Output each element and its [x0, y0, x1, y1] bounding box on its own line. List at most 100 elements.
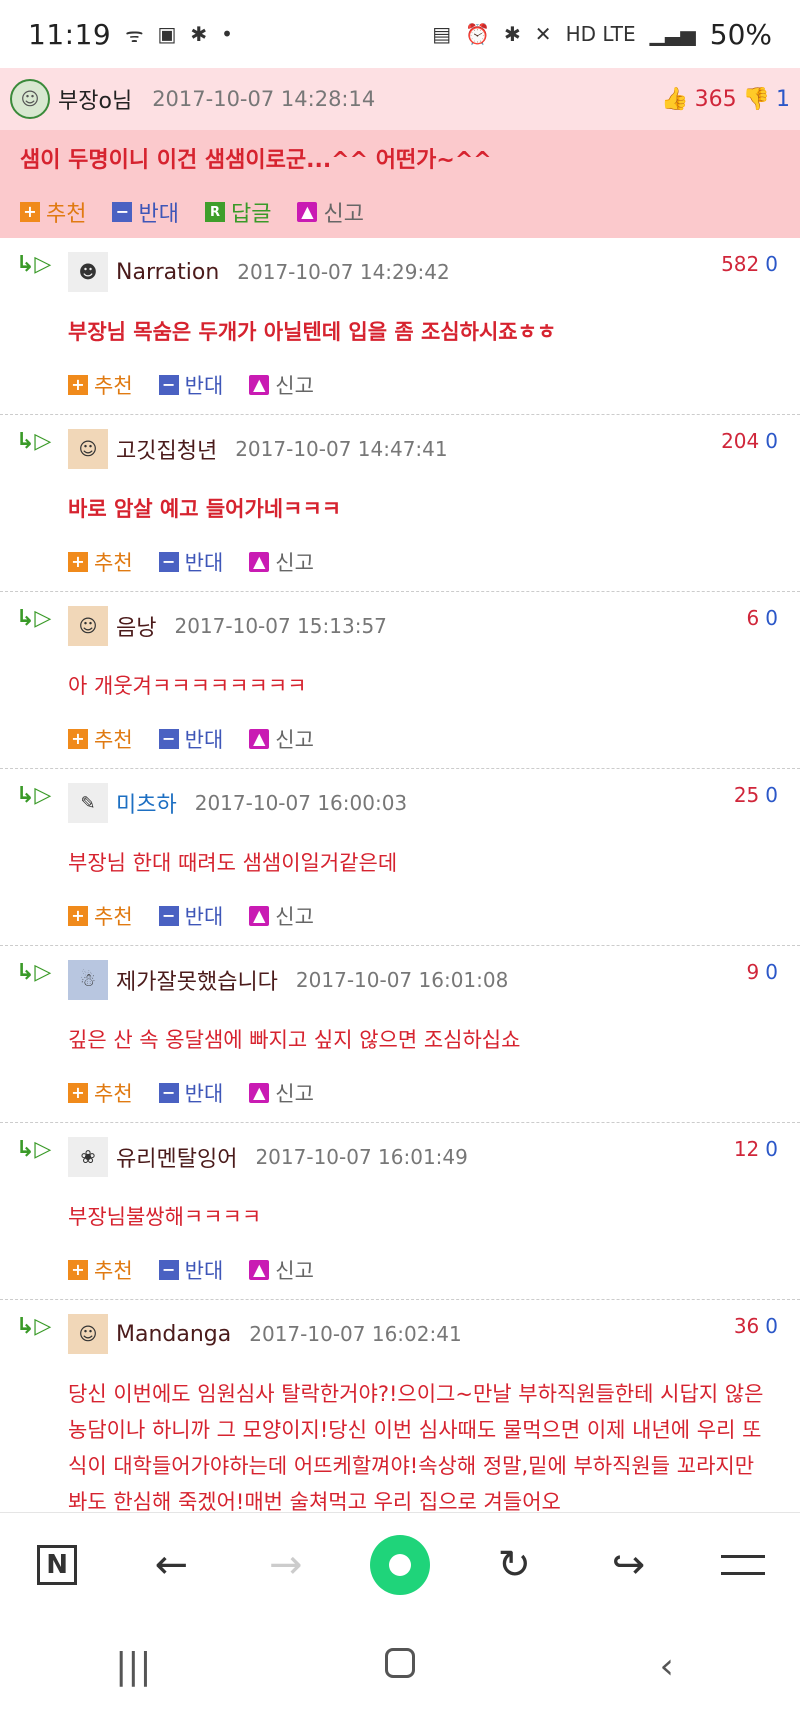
- alarm-icon: ⏰: [465, 22, 491, 46]
- comment-actions: + 추천 − 반대 ▲ 신고: [68, 370, 800, 400]
- system-nav-bar: ||| ‹: [0, 1617, 800, 1716]
- battery-saver-icon: ▤: [432, 22, 452, 46]
- reply-arrow-icon: ↳▷: [16, 429, 52, 454]
- recommend-button[interactable]: + 추천: [68, 370, 133, 400]
- comment-text: 부장님 한대 때려도 샘샘이일거같은데: [68, 851, 398, 875]
- reply-button[interactable]: R 답글: [204, 196, 271, 228]
- oppose-button[interactable]: − 반대: [158, 724, 223, 754]
- down-count: 0: [765, 960, 778, 984]
- plus-icon: +: [68, 1083, 88, 1103]
- oppose-button[interactable]: − 반대: [158, 370, 223, 400]
- up-count: 6: [746, 606, 760, 630]
- refresh-button[interactable]: ↻: [484, 1535, 544, 1595]
- comment-header: ☺ 음낭 2017-10-07 15:13:57: [68, 592, 800, 656]
- avatar[interactable]: ☺: [68, 429, 108, 469]
- comment-header: ☃ 제가잘못했습니다 2017-10-07 16:01:08: [68, 946, 800, 1010]
- avatar[interactable]: ☺: [68, 606, 108, 646]
- avatar[interactable]: ☺: [10, 79, 50, 119]
- avatar[interactable]: ☺: [68, 1314, 108, 1354]
- comment-item: ↳▷ ☃ 제가잘못했습니다 2017-10-07 16:01:08 90 깊은 …: [0, 946, 800, 1123]
- comment-text: 아 개웃겨ㅋㅋㅋㅋㅋㅋㅋㅋ: [68, 674, 307, 698]
- bluetooth-icon-right: ✱: [504, 22, 521, 46]
- comment-date: 2017-10-07 16:01:49: [255, 1145, 468, 1169]
- reply-arrow-icon: ↳▷: [16, 252, 52, 277]
- avatar[interactable]: ☃: [68, 960, 108, 1000]
- home-button[interactable]: [360, 1646, 440, 1687]
- comment-votes: 60: [747, 606, 778, 630]
- comment-author[interactable]: 유리멘탈잉어: [116, 1141, 237, 1173]
- recommend-button[interactable]: + 추천: [68, 547, 133, 577]
- comment-author[interactable]: 고깃집청년: [116, 433, 217, 465]
- oppose-button[interactable]: − 반대: [158, 1255, 223, 1285]
- comment-header: ✎ 미츠하 2017-10-07 16:00:03: [68, 769, 800, 833]
- recent-apps-button[interactable]: |||: [93, 1646, 173, 1687]
- reply-icon: R: [204, 202, 225, 222]
- thumbs-up-icon[interactable]: 👍: [661, 87, 688, 112]
- comment-author[interactable]: Narration: [116, 260, 219, 285]
- comment-actions: + 추천 − 반대 ▲ 신고: [68, 1255, 800, 1285]
- back-arrow-icon: ←: [154, 1542, 189, 1588]
- comment-author[interactable]: 제가잘못했습니다: [116, 964, 278, 996]
- minus-icon: −: [158, 552, 179, 572]
- comment-author[interactable]: Mandanga: [116, 1322, 231, 1347]
- comment-item: ↳▷ ☺ 음낭 2017-10-07 15:13:57 60 아 개웃겨ㅋㅋㅋㅋ…: [0, 592, 800, 769]
- back-nav-button[interactable]: ‹: [627, 1646, 707, 1687]
- recommend-button[interactable]: + 추천: [68, 1255, 133, 1285]
- status-bar: 11:19 ᯤ ▣ ✱ • ▤ ⏰ ✱ ✕ HD LTE ▁▃▅ 50%: [0, 0, 800, 68]
- report-button[interactable]: ▲ 신고: [249, 901, 314, 931]
- recommend-button[interactable]: + 추천: [68, 1078, 133, 1108]
- status-right: ▤ ⏰ ✱ ✕ HD LTE ▁▃▅ 50%: [432, 18, 772, 51]
- forward-button[interactable]: →: [256, 1535, 316, 1595]
- status-time: 11:19: [28, 17, 112, 51]
- minus-icon: −: [158, 729, 179, 749]
- comment-actions: + 추천 − 반대 ▲ 신고: [68, 901, 800, 931]
- report-button[interactable]: ▲ 신고: [249, 547, 314, 577]
- naver-home-button[interactable]: N: [27, 1535, 87, 1595]
- comment-text: 바로 암살 예고 들어가네ㅋㅋㅋ: [68, 497, 342, 521]
- oppose-button[interactable]: − 반대: [158, 547, 223, 577]
- forward-arrow-icon: →: [268, 1542, 303, 1588]
- siren-icon: ▲: [249, 906, 270, 926]
- reply-arrow-icon: ↳▷: [16, 606, 52, 631]
- minus-icon: −: [158, 906, 179, 926]
- up-count: 204: [721, 429, 760, 453]
- post-author[interactable]: 부장o님: [58, 83, 132, 115]
- comment-text: 부장님불쌍해ㅋㅋㅋㅋ: [68, 1205, 262, 1229]
- down-count: 0: [765, 252, 778, 276]
- oppose-button[interactable]: − 반대: [158, 901, 223, 931]
- recommend-button[interactable]: + 추천: [20, 196, 86, 228]
- avatar[interactable]: ☻: [68, 252, 108, 292]
- report-button[interactable]: ▲ 신고: [249, 370, 314, 400]
- plus-icon: +: [68, 1260, 88, 1280]
- up-count: 582: [721, 252, 760, 276]
- comment-author[interactable]: 미츠하: [116, 787, 177, 819]
- avatar[interactable]: ❀: [68, 1137, 108, 1177]
- report-button[interactable]: ▲ 신고: [249, 1255, 314, 1285]
- back-button[interactable]: ←: [141, 1535, 201, 1595]
- report-button[interactable]: ▲ 신고: [249, 1078, 314, 1108]
- recommend-button[interactable]: + 추천: [68, 724, 133, 754]
- hamburger-icon: [720, 1555, 765, 1575]
- comment-author[interactable]: 음낭: [116, 610, 156, 642]
- comment-date: 2017-10-07 15:13:57: [174, 614, 387, 638]
- green-dot-button[interactable]: [369, 1535, 430, 1595]
- reply-arrow-icon: ↳▷: [16, 1137, 52, 1162]
- post-date: 2017-10-07 14:28:14: [152, 87, 376, 111]
- plus-icon: +: [68, 906, 88, 926]
- thumbs-down-icon[interactable]: 👎: [743, 87, 770, 112]
- report-button[interactable]: ▲ 신고: [297, 196, 364, 228]
- comment-header: ☺ Mandanga 2017-10-07 16:02:41: [68, 1300, 800, 1364]
- avatar[interactable]: ✎: [68, 783, 108, 823]
- comment-header: ☻ Narration 2017-10-07 14:29:42: [68, 238, 800, 302]
- up-count: 36: [733, 1314, 760, 1338]
- oppose-button[interactable]: − 반대: [158, 1078, 223, 1108]
- comment-date: 2017-10-07 16:02:41: [249, 1322, 462, 1346]
- comment-page: ☺ 부장o님 2017-10-07 14:28:14 👍 365 👎 1 샘이 …: [0, 68, 800, 1512]
- signal-icon: ▁▃▅: [649, 22, 696, 46]
- recommend-button[interactable]: + 추천: [68, 901, 133, 931]
- menu-button[interactable]: [713, 1535, 773, 1595]
- share-button[interactable]: ↪: [599, 1535, 659, 1595]
- comment-actions: + 추천 − 반대 ▲ 신고: [68, 724, 800, 754]
- report-button[interactable]: ▲ 신고: [249, 724, 314, 754]
- oppose-button[interactable]: − 반대: [112, 196, 179, 228]
